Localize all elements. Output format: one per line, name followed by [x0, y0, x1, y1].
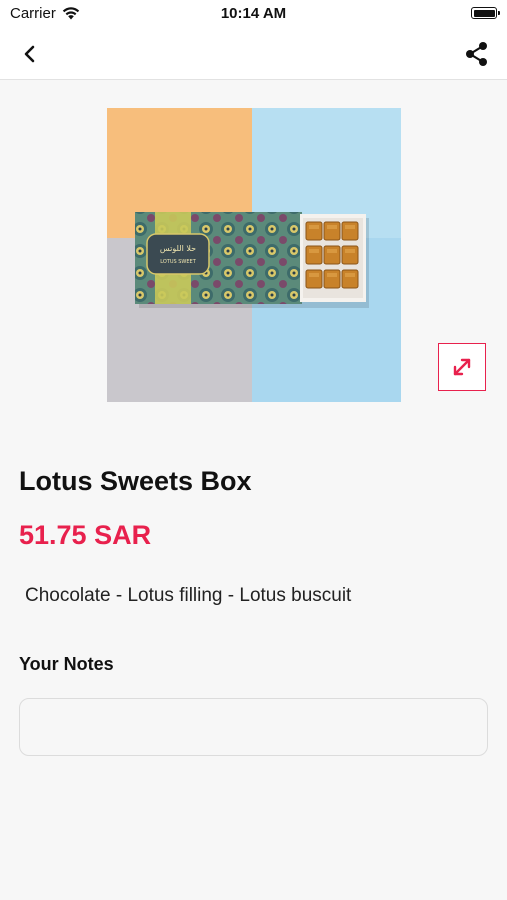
expand-image-button[interactable]	[438, 343, 486, 391]
status-bar: Carrier 10:14 AM	[0, 0, 507, 28]
box-label-arabic: حلا اللوتس	[160, 244, 196, 253]
share-button[interactable]	[459, 36, 495, 72]
product-description: Chocolate - Lotus filling - Lotus buscui…	[25, 585, 352, 606]
product-price: 51.75 SAR	[19, 520, 152, 550]
share-icon	[466, 42, 487, 66]
notes-input[interactable]	[19, 698, 488, 756]
chevron-left-icon	[24, 45, 35, 63]
navigation-bar	[0, 28, 507, 80]
battery-icon	[471, 7, 500, 19]
box-label-english: LOTUS SWEET	[160, 259, 196, 265]
product-title: Lotus Sweets Box	[19, 466, 252, 496]
notes-label: Your Notes	[19, 654, 114, 674]
product-image[interactable]: حلا اللوتس LOTUS SWEET	[107, 108, 401, 402]
back-button[interactable]	[14, 38, 46, 70]
product-photo: حلا اللوتس LOTUS SWEET	[107, 108, 401, 402]
expand-icon	[453, 358, 471, 376]
status-time: 10:14 AM	[220, 5, 287, 22]
